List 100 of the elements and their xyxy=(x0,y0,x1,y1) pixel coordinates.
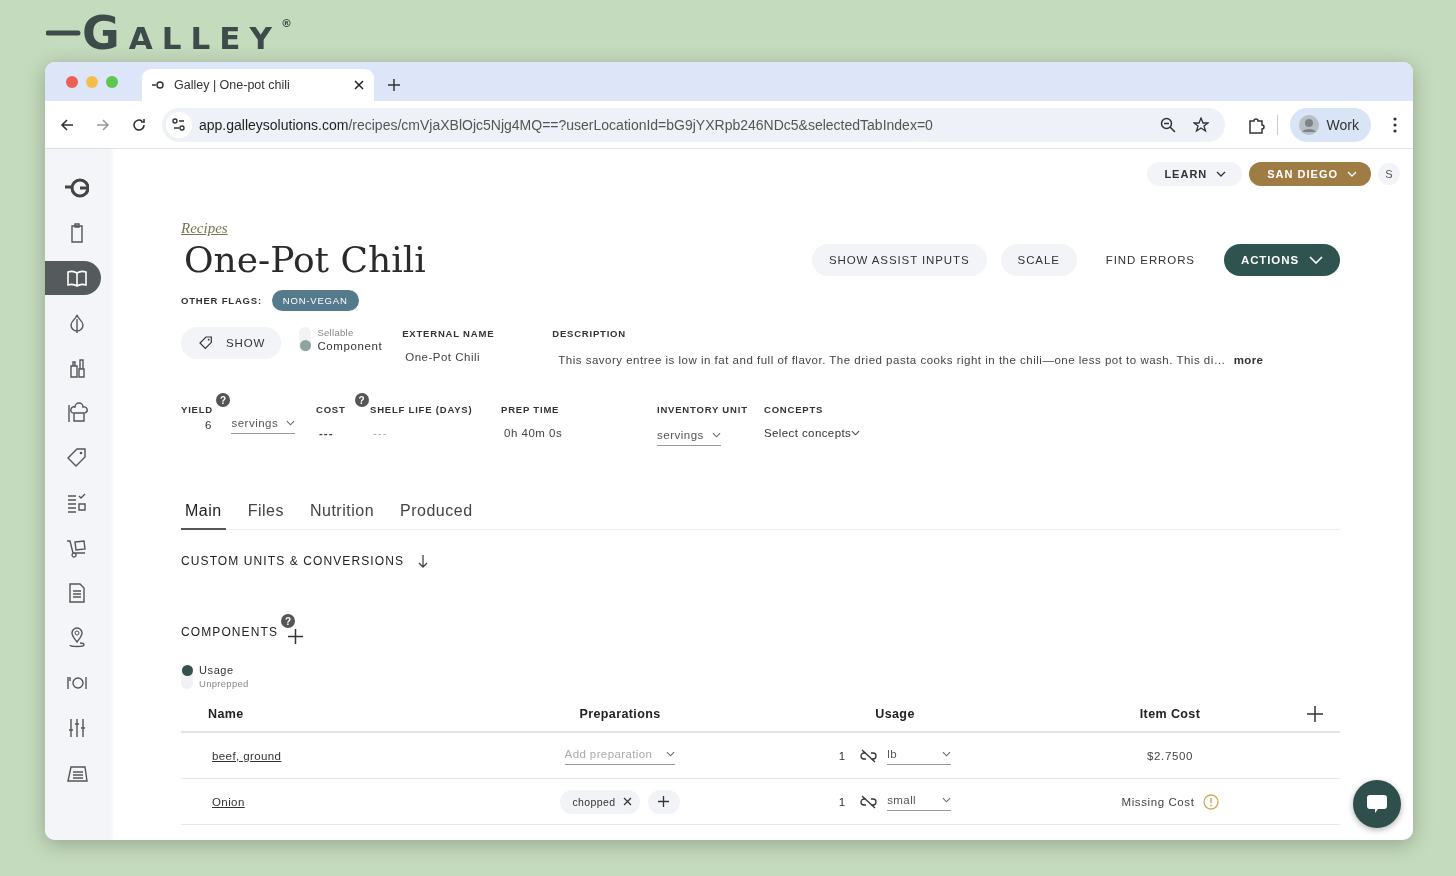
add-icon xyxy=(658,796,670,807)
field-label: EXTERNAL NAME xyxy=(402,328,496,339)
quantity-value[interactable]: 1 xyxy=(838,749,846,762)
chevron-icon xyxy=(1216,171,1227,177)
help-badge[interactable]: ? xyxy=(281,614,295,628)
switch-label[interactable]: Component xyxy=(317,340,383,352)
chevron-icon xyxy=(711,432,721,438)
tab[interactable]: Main xyxy=(181,498,226,530)
sidebar-item[interactable] xyxy=(45,261,101,295)
arrow-down-icon[interactable] xyxy=(418,554,429,568)
field-label: DESCRIPTION xyxy=(552,328,627,339)
item-cost: $2.7500 xyxy=(1147,749,1193,762)
cost-value: --- xyxy=(318,427,335,439)
warning-icon xyxy=(1202,793,1219,810)
add-icon[interactable] xyxy=(288,629,303,644)
switch-label[interactable]: Usage xyxy=(199,664,249,676)
add-preparation-button[interactable] xyxy=(647,789,680,814)
field-label: CONCEPTS xyxy=(764,404,825,415)
switch-knob[interactable] xyxy=(299,340,311,351)
back-icon[interactable] xyxy=(60,117,74,132)
close-window-button[interactable] xyxy=(66,76,78,88)
flag-tag[interactable]: NON-VEGAN xyxy=(271,290,359,311)
checklist-icon xyxy=(65,491,89,515)
address-bar[interactable]: app.galleysolutions.com/recipes/cmVjaXBlOjc5Njg4MQ==?userLocationId=bG9jYXRpb246NDc5&selectedTabIndex=0 xyxy=(162,107,1225,142)
field-label: SHELF LIFE (DAYS) xyxy=(370,404,474,415)
tab[interactable]: Files xyxy=(243,498,288,530)
unlinked-icon[interactable] xyxy=(860,794,878,809)
field-label: YIELD xyxy=(181,404,213,415)
avatar-silhouette-icon xyxy=(1298,114,1319,135)
show-button[interactable]: SHOW xyxy=(181,327,282,359)
quantity-value[interactable]: 1 xyxy=(838,795,846,808)
switch-label[interactable]: Unprepped xyxy=(199,678,249,689)
chat-button[interactable] xyxy=(1353,780,1401,828)
learn-menu[interactable]: LEARN xyxy=(1147,162,1243,186)
url-text: app.galleysolutions.com/recipes/cmVjaXBlOjc5Njg4MQ==?userLocationId=bG9jYXRpb246NDc5&selectedTabIndex=0 xyxy=(199,116,934,133)
unit-select[interactable]: servings xyxy=(231,415,296,434)
logo-icon xyxy=(65,176,89,200)
prep-time-value[interactable]: 0h 40m 0s xyxy=(501,427,657,439)
section-title: COMPONENTS xyxy=(181,625,278,639)
location-menu[interactable]: SAN DIEGO xyxy=(1249,162,1371,186)
browser-tab[interactable]: Galley | One-pot chili xyxy=(142,69,374,101)
ingredient-link[interactable]: Onion xyxy=(212,795,245,808)
chevron-icon xyxy=(666,751,676,757)
user-avatar[interactable]: S xyxy=(1378,163,1400,185)
action-button[interactable]: SHOW ASSIST INPUTS xyxy=(811,243,987,276)
chevron-icon xyxy=(1347,171,1357,177)
concepts-select[interactable]: Select concepts xyxy=(764,427,861,439)
actions-menu[interactable]: ACTIONS xyxy=(1223,243,1340,276)
tab[interactable]: Produced xyxy=(396,498,477,530)
column-header: Item Cost xyxy=(1138,707,1202,721)
help-badge[interactable]: ? xyxy=(354,393,369,407)
forward-icon[interactable] xyxy=(96,117,110,132)
help-badge[interactable]: ? xyxy=(216,393,230,407)
more-menu-icon[interactable] xyxy=(1393,116,1397,133)
remove-icon[interactable] xyxy=(622,797,632,806)
unit-select[interactable]: lb xyxy=(887,746,952,765)
more-link[interactable]: more xyxy=(1233,354,1264,366)
switch-knob[interactable] xyxy=(181,665,193,676)
description-text: This savory entree is low in fat and full of flavor. The dried pasta cooks right in the chili—one less pot to wash. This di… xyxy=(558,354,1226,366)
bookmark-star-icon[interactable] xyxy=(1192,116,1209,133)
reload-icon[interactable] xyxy=(132,117,146,132)
inventory-unit-select[interactable]: servings xyxy=(657,427,721,446)
switch-label[interactable]: Sellable xyxy=(317,327,383,338)
chevron-icon xyxy=(1309,255,1323,264)
add-column-icon[interactable] xyxy=(1307,706,1323,722)
external-name-value[interactable]: One-Pot Chili xyxy=(405,351,553,363)
flags-label: OTHER FLAGS: xyxy=(181,295,262,306)
new-tab-icon[interactable] xyxy=(388,79,400,91)
action-button[interactable]: SCALE xyxy=(1000,243,1077,276)
chevron-icon xyxy=(851,430,861,436)
zoom-icon[interactable] xyxy=(1159,116,1176,133)
action-button[interactable]: FIND ERRORS xyxy=(1090,243,1210,276)
preparation-chip[interactable]: chopped xyxy=(560,789,640,814)
chef-icon xyxy=(65,401,89,425)
close-tab-icon[interactable] xyxy=(354,80,364,90)
tag-icon xyxy=(198,335,214,351)
item-cost: Missing Cost xyxy=(1121,795,1195,808)
chevron-icon xyxy=(286,420,296,426)
unit-select[interactable]: small xyxy=(887,792,952,811)
extensions-icon[interactable] xyxy=(1246,115,1265,134)
recipe-title: One-Pot Chili xyxy=(184,239,426,280)
ingredient-link[interactable]: beef, ground xyxy=(212,749,282,762)
chevron-icon xyxy=(942,797,952,803)
tab[interactable]: Nutrition xyxy=(305,498,379,530)
chevron-icon xyxy=(942,751,952,757)
column-header: Preparations xyxy=(578,707,662,721)
breadcrumb-link[interactable]: Recipes xyxy=(181,220,228,237)
column-header: Usage xyxy=(874,707,916,721)
yield-value[interactable]: 6 xyxy=(205,418,212,431)
section-title[interactable]: CUSTOM UNITS & CONVERSIONS xyxy=(181,554,405,568)
field-label: PREP TIME xyxy=(501,404,561,415)
site-settings-icon[interactable] xyxy=(166,111,192,138)
column-header: Name xyxy=(207,707,245,721)
field-label: COST xyxy=(316,404,346,415)
profile-button[interactable]: Work xyxy=(1289,107,1371,142)
brand-name: GALLEY$^{®}$ xyxy=(82,6,292,60)
unlinked-icon[interactable] xyxy=(860,748,878,763)
field-label: INVENTORY UNIT xyxy=(657,404,749,415)
tab-title: Galley | One-pot chili xyxy=(174,78,291,92)
favicon-icon xyxy=(152,80,164,90)
